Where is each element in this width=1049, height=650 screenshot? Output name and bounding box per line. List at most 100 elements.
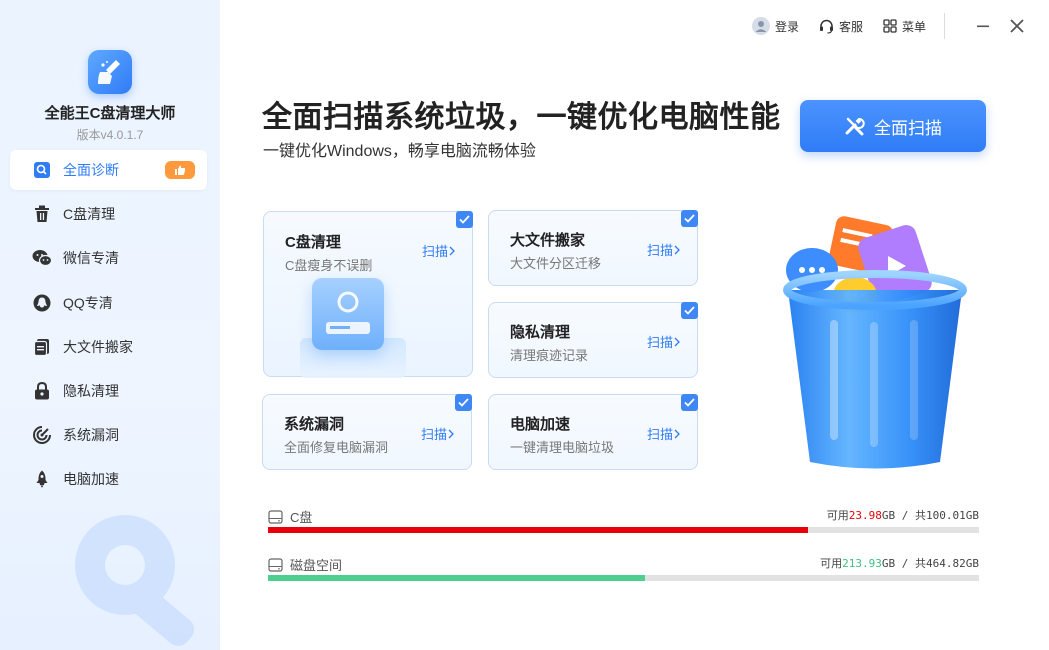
card-speedup[interactable]: 电脑加速 一键清理电脑垃圾 扫描 <box>488 394 698 470</box>
check-icon <box>684 398 695 407</box>
total-text: GB / 共464.82GB <box>881 557 979 570</box>
sidebar-item-label: 全面诊断 <box>63 162 119 178</box>
sidebar-item-label: 隐私清理 <box>63 382 119 399</box>
card-scan-link[interactable]: 扫描 <box>647 240 681 259</box>
sidebar-item-label: 系统漏洞 <box>63 427 119 444</box>
hard-disk-icon <box>312 278 384 350</box>
card-scan-link[interactable]: 扫描 <box>422 241 456 260</box>
sidebar: 全能王C盘清理大师 版本v4.0.1.7 全面诊断 C盘清理 微信专清 QQ专清… <box>0 0 220 650</box>
disk-usage-fill <box>268 527 809 533</box>
sidebar-item-label: 电脑加速 <box>63 471 119 488</box>
disk-c-usage: C盘 可用23.98GB / 共100.01GB <box>268 507 979 535</box>
card-title: C盘清理 <box>285 234 341 251</box>
scan-label: 扫描 <box>646 243 673 258</box>
sidebar-item-wechat[interactable]: 微信专清 <box>10 238 207 278</box>
disk-name: 磁盘空间 <box>290 558 343 573</box>
card-checkbox[interactable] <box>681 302 698 319</box>
sidebar-item-label: 大文件搬家 <box>63 338 133 355</box>
card-vulnerability[interactable]: 系统漏洞 全面修复电脑漏洞 扫描 <box>262 394 472 470</box>
tools-icon <box>845 117 865 136</box>
login-button[interactable]: 登录 <box>751 17 799 35</box>
diagnosis-icon <box>32 160 52 180</box>
disk-usage-bar <box>268 575 979 581</box>
drive-icon <box>268 509 283 524</box>
scan-label: 扫描 <box>646 427 673 442</box>
trash-icon <box>32 204 52 224</box>
login-label: 登录 <box>774 19 799 34</box>
app-version: 版本v4.0.1.7 <box>76 128 144 142</box>
minimize-button[interactable] <box>971 14 995 38</box>
sidebar-item-c-clean[interactable]: C盘清理 <box>10 194 207 234</box>
card-desc: 清理痕迹记录 <box>510 348 589 363</box>
app-name: 全能王C盘清理大师 <box>44 105 176 122</box>
chevron-right-icon <box>449 246 455 255</box>
card-scan-link[interactable]: 扫描 <box>647 332 681 351</box>
available-prefix: 可用 <box>826 509 849 522</box>
service-label: 客服 <box>838 19 863 34</box>
disk-label: 磁盘空间 <box>268 555 342 574</box>
chevron-right-icon <box>674 245 680 254</box>
close-icon <box>1010 19 1024 33</box>
scan-label: 扫描 <box>421 244 448 259</box>
shield-scan-icon <box>32 425 52 445</box>
card-big-file[interactable]: 大文件搬家 大文件分区迁移 扫描 <box>488 210 698 286</box>
card-desc: C盘瘦身不误删 <box>285 258 373 273</box>
disk-capacity: 可用23.98GB / 共100.01GB <box>827 507 979 523</box>
files-icon <box>32 337 52 357</box>
title-bar: 登录 客服 菜单 <box>732 13 1029 39</box>
card-scan-link[interactable]: 扫描 <box>421 424 455 443</box>
trash-bin-illustration <box>783 216 967 469</box>
card-desc: 大文件分区迁移 <box>510 256 602 271</box>
wrench-watermark-icon <box>75 515 195 646</box>
disk-label: C盘 <box>268 507 312 526</box>
check-icon <box>684 214 695 223</box>
page-title: 全面扫描系统垃圾，一键优化电脑性能 <box>262 101 781 134</box>
thumbs-up-icon <box>165 161 195 179</box>
card-privacy[interactable]: 隐私清理 清理痕迹记录 扫描 <box>488 302 698 378</box>
page-subtitle: 一键优化Windows，畅享电脑流畅体验 <box>263 143 536 160</box>
check-icon <box>684 306 695 315</box>
lock-icon <box>32 381 52 401</box>
qq-icon <box>32 293 52 313</box>
full-scan-button[interactable]: 全面扫描 <box>800 100 986 152</box>
scan-label: 扫描 <box>420 427 447 442</box>
user-icon <box>751 17 770 35</box>
chevron-right-icon <box>448 429 454 438</box>
disk-space-usage: 磁盘空间 可用213.93GB / 共464.82GB <box>268 555 979 583</box>
card-desc: 全面修复电脑漏洞 <box>284 440 389 455</box>
headset-icon <box>819 19 834 34</box>
drive-icon <box>268 557 283 572</box>
disk-capacity: 可用213.93GB / 共464.82GB <box>820 555 979 571</box>
close-button[interactable] <box>1005 14 1029 38</box>
broom-icon <box>98 60 120 84</box>
sidebar-item-bigfile[interactable]: 大文件搬家 <box>10 327 207 367</box>
card-c-clean[interactable]: C盘清理 C盘瘦身不误删 扫描 <box>263 211 473 378</box>
card-title: 电脑加速 <box>510 416 571 433</box>
app-logo <box>88 50 132 94</box>
sidebar-item-label: QQ专清 <box>63 294 113 311</box>
rocket-icon <box>32 469 52 489</box>
sidebar-item-diagnosis[interactable]: 全面诊断 <box>10 150 207 190</box>
card-title: 隐私清理 <box>510 324 571 341</box>
sidebar-item-vulnerability[interactable]: 系统漏洞 <box>10 415 207 455</box>
service-button[interactable]: 客服 <box>819 18 863 35</box>
card-checkbox[interactable] <box>681 394 698 411</box>
total-text: GB / 共100.01GB <box>881 509 979 522</box>
card-checkbox[interactable] <box>681 210 698 227</box>
sidebar-item-speedup[interactable]: 电脑加速 <box>10 459 207 499</box>
sidebar-nav: 全面诊断 C盘清理 微信专清 QQ专清 大文件搬家 隐私清理 系统漏洞 电脑加速 <box>10 150 207 504</box>
sidebar-item-qq[interactable]: QQ专清 <box>10 283 207 323</box>
card-title: 系统漏洞 <box>284 416 345 433</box>
menu-label: 菜单 <box>901 19 926 34</box>
grid-menu-icon <box>883 19 897 33</box>
menu-button[interactable]: 菜单 <box>883 18 926 35</box>
card-title: 大文件搬家 <box>510 232 586 249</box>
card-desc: 一键清理电脑垃圾 <box>510 440 615 455</box>
card-scan-link[interactable]: 扫描 <box>647 424 681 443</box>
check-icon <box>458 398 469 407</box>
card-checkbox[interactable] <box>456 211 473 228</box>
available-value: 23.98 <box>848 509 882 522</box>
sidebar-item-privacy[interactable]: 隐私清理 <box>10 371 207 411</box>
disk-usage-bar <box>268 527 979 533</box>
card-checkbox[interactable] <box>455 394 472 411</box>
